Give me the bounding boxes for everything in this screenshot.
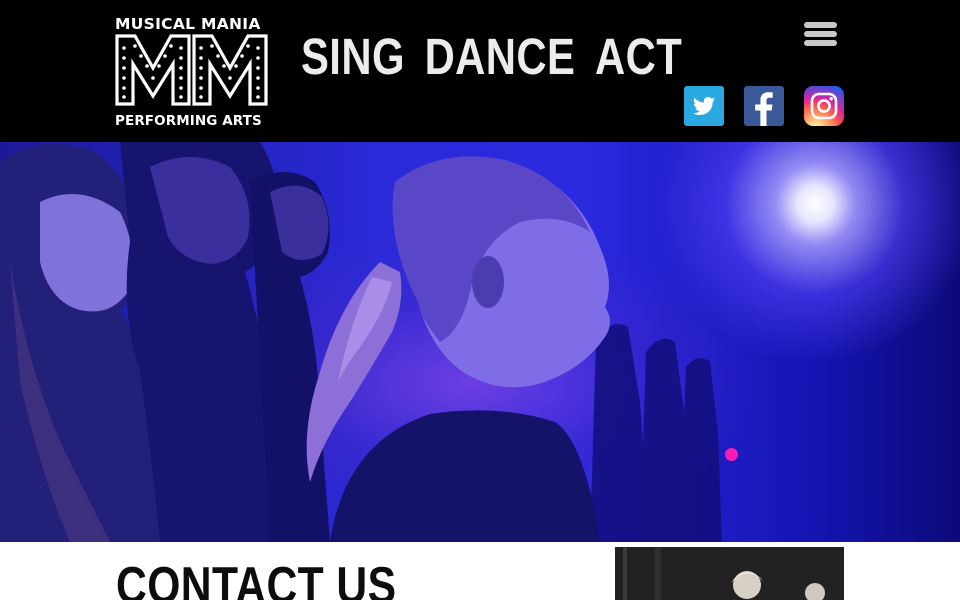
logo-monogram-graphic [115, 34, 268, 106]
logo-monogram [115, 34, 268, 111]
twitter-icon [693, 97, 715, 116]
tagline-word-act: ACT [594, 28, 683, 85]
site-logo[interactable]: MUSICAL MANIA PERFORMING ARTS [115, 14, 268, 130]
instagram-icon [810, 92, 838, 120]
performers-photo [615, 547, 844, 600]
hero-photo-singers [0, 142, 722, 542]
hamburger-bar [804, 22, 837, 28]
contact-us-heading: CONTACT US [116, 557, 397, 600]
facebook-icon [755, 92, 773, 126]
performers-photo-graphic [615, 547, 844, 600]
logo-bottom-text: PERFORMING ARTS [115, 113, 262, 129]
hamburger-bar [804, 40, 837, 46]
site-header: MUSICAL MANIA PERFORMING ARTS SING DANCE… [0, 0, 960, 142]
tagline-word-dance: DANCE [424, 28, 576, 85]
logo-top-text: MUSICAL MANIA [115, 15, 261, 33]
instagram-link[interactable] [804, 86, 844, 126]
facebook-link[interactable] [744, 86, 784, 126]
tagline-word-sing: SING [301, 28, 405, 85]
tagline: SING DANCE ACT [301, 22, 682, 92]
hamburger-menu-icon[interactable] [804, 20, 838, 48]
slider-indicator-dot[interactable] [725, 448, 738, 461]
twitter-link[interactable] [684, 86, 724, 126]
hamburger-bar [804, 31, 837, 37]
hero-banner [0, 142, 960, 542]
